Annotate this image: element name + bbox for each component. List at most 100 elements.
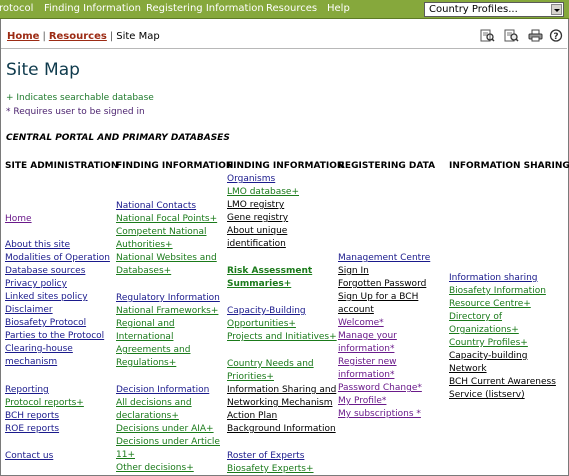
- link-competent-national[interactable]: Competent National: [116, 226, 206, 239]
- link-competent-national-cont[interactable]: Authorities+: [116, 239, 173, 252]
- link-sign-up[interactable]: Sign Up for a BCH: [338, 291, 418, 304]
- link-national-focal-points[interactable]: National Focal Points+: [116, 213, 217, 226]
- link-linked-sites[interactable]: Linked sites policy: [5, 291, 88, 304]
- link-regional-international-cont3[interactable]: Regulations+: [116, 357, 176, 370]
- link-all-decisions-cont[interactable]: declarations+: [116, 410, 179, 423]
- link-projects-initiatives[interactable]: Projects and Initiatives+: [227, 331, 337, 344]
- link-forgotten-password[interactable]: Forgotten Password: [338, 278, 426, 291]
- link-decisions-article-11[interactable]: Decisions under Article: [116, 436, 220, 449]
- breadcrumb-current: Site Map: [116, 31, 160, 42]
- country-select-value: Country Profiles...: [429, 4, 518, 15]
- link-capacity-building-cont[interactable]: Opportunities+: [227, 318, 296, 331]
- link-capacity-building-network[interactable]: Capacity-building: [449, 350, 527, 363]
- section-heading: CENTRAL PORTAL AND PRIMARY DATABASES: [6, 133, 230, 143]
- link-national-frameworks[interactable]: National Frameworks+: [116, 305, 218, 318]
- link-directory-organizations[interactable]: Organizations+: [449, 324, 519, 337]
- help-icon[interactable]: ?: [549, 29, 564, 42]
- link-reporting[interactable]: Reporting: [5, 384, 49, 397]
- link-country-profiles[interactable]: Country Profiles+: [449, 337, 528, 350]
- nav-resources[interactable]: Resources: [266, 3, 317, 14]
- link-modalities[interactable]: Modalities of Operation: [5, 252, 110, 265]
- link-decision-information[interactable]: Decision Information: [116, 384, 209, 397]
- legend-signin: * Requires user to be signed in: [6, 107, 145, 117]
- link-decisions-article-11-cont[interactable]: 11+: [116, 449, 135, 462]
- link-regional-international[interactable]: Regional and: [116, 318, 175, 331]
- link-lmo-database[interactable]: LMO database+: [227, 186, 299, 199]
- link-networking-mechanism[interactable]: Networking Mechanism: [227, 397, 333, 410]
- nav-finding-information[interactable]: Finding Information: [44, 3, 141, 14]
- link-clearing-house[interactable]: Clearing-house: [5, 343, 73, 356]
- link-manage-information[interactable]: Manage your: [338, 330, 397, 343]
- link-home[interactable]: Home: [5, 213, 32, 226]
- link-database-sources[interactable]: Database sources: [5, 265, 85, 278]
- link-disclaimer[interactable]: Disclaimer: [5, 304, 53, 317]
- link-information-sharing[interactable]: Information sharing: [449, 272, 537, 285]
- link-lmo-registry[interactable]: LMO registry: [227, 199, 284, 212]
- breadcrumb-separator: |: [42, 31, 46, 42]
- link-bch-current-awareness[interactable]: BCH Current Awareness: [449, 376, 556, 389]
- link-network[interactable]: Network: [449, 363, 487, 376]
- link-regional-international-cont2[interactable]: Agreements and: [116, 344, 190, 357]
- link-information-sharing-mechanism[interactable]: Information Sharing and: [227, 384, 336, 397]
- svg-text:?: ?: [553, 32, 558, 42]
- link-organisms[interactable]: Organisms: [227, 173, 275, 186]
- breadcrumb-resources[interactable]: Resources: [49, 31, 107, 42]
- link-all-decisions[interactable]: All decisions and: [116, 397, 192, 410]
- link-sign-up-cont[interactable]: account: [338, 304, 374, 317]
- link-background-information[interactable]: Background Information: [227, 423, 336, 436]
- breadcrumb-separator: |: [109, 31, 114, 42]
- find-page-icon[interactable]: [480, 29, 495, 42]
- link-parties[interactable]: Parties to the Protocol: [5, 330, 104, 343]
- link-privacy[interactable]: Privacy policy: [5, 278, 67, 291]
- country-profiles-select[interactable]: Country Profiles...: [424, 2, 564, 17]
- nav-help[interactable]: Help: [327, 3, 350, 14]
- link-about[interactable]: About this site: [5, 239, 70, 252]
- column-finding-information-1: FINDING INFORMATION National Contacts Na…: [116, 161, 233, 473]
- link-manage-information-cont[interactable]: information*: [338, 343, 394, 356]
- link-register-new[interactable]: Register new: [338, 356, 397, 369]
- link-register-new-cont[interactable]: information*: [338, 369, 394, 382]
- link-risk-assessment[interactable]: Risk Assessment: [227, 265, 312, 278]
- dropdown-arrow-icon[interactable]: [551, 4, 562, 15]
- link-biosafety-information[interactable]: Biosafety Information: [449, 285, 546, 298]
- link-unique-identification-cont[interactable]: identification: [227, 238, 286, 251]
- column-header: SITE ADMINISTRATION: [5, 161, 119, 171]
- link-biosafety-experts[interactable]: Biosafety Experts+: [227, 463, 314, 476]
- link-action-plan[interactable]: Action Plan: [227, 410, 277, 423]
- link-decisions-aia[interactable]: Decisions under AIA+: [116, 423, 214, 436]
- link-country-needs[interactable]: Country Needs and: [227, 358, 314, 371]
- print-icon[interactable]: [528, 29, 543, 42]
- link-biosafety-protocol[interactable]: Biosafety Protocol: [5, 317, 86, 330]
- link-protocol-reports[interactable]: Protocol reports+: [5, 397, 84, 410]
- link-clearing-house-cont[interactable]: mechanism: [5, 356, 57, 369]
- link-listserv[interactable]: Service (listserv): [449, 389, 525, 402]
- link-country-needs-cont[interactable]: Priorities+: [227, 371, 274, 384]
- nav-registering-information[interactable]: Registering Information: [146, 3, 264, 14]
- link-contact[interactable]: Contact us: [5, 450, 53, 463]
- breadcrumb-home[interactable]: Home: [7, 31, 39, 42]
- link-risk-assessment-cont[interactable]: Summaries+: [227, 278, 291, 291]
- link-national-websites[interactable]: National Websites and: [116, 252, 217, 265]
- column-finding-information-2: FINDING INFORMATION Organisms LMO databa…: [227, 161, 344, 474]
- link-management-centre[interactable]: Management Centre: [338, 252, 430, 265]
- link-capacity-building[interactable]: Capacity-Building: [227, 305, 306, 318]
- link-regional-international-cont[interactable]: International: [116, 331, 173, 344]
- link-sign-in[interactable]: Sign In: [338, 265, 369, 278]
- nav-protocol[interactable]: rotocol: [0, 3, 33, 14]
- link-resource-centre[interactable]: Resource Centre+: [449, 298, 531, 311]
- link-roster-of-experts[interactable]: Roster of Experts: [227, 450, 304, 463]
- link-national-websites-cont[interactable]: Databases+: [116, 265, 171, 278]
- link-roe-reports[interactable]: ROE reports: [5, 423, 59, 436]
- link-bch-reports[interactable]: BCH reports: [5, 410, 59, 423]
- link-gene-registry[interactable]: Gene registry: [227, 212, 288, 225]
- link-regulatory-information[interactable]: Regulatory Information: [116, 292, 220, 305]
- link-other-decisions[interactable]: Other decisions+: [116, 462, 194, 475]
- link-directory-of[interactable]: Directory of: [449, 311, 502, 324]
- link-my-profile[interactable]: My Profile*: [338, 395, 386, 408]
- search-page-icon[interactable]: [504, 29, 519, 42]
- link-unique-identification[interactable]: About unique: [227, 225, 287, 238]
- link-welcome[interactable]: Welcome*: [338, 317, 384, 330]
- link-national-contacts[interactable]: National Contacts: [116, 200, 196, 213]
- link-password-change[interactable]: Password Change*: [338, 382, 422, 395]
- link-my-subscriptions[interactable]: My subscriptions *: [338, 408, 421, 421]
